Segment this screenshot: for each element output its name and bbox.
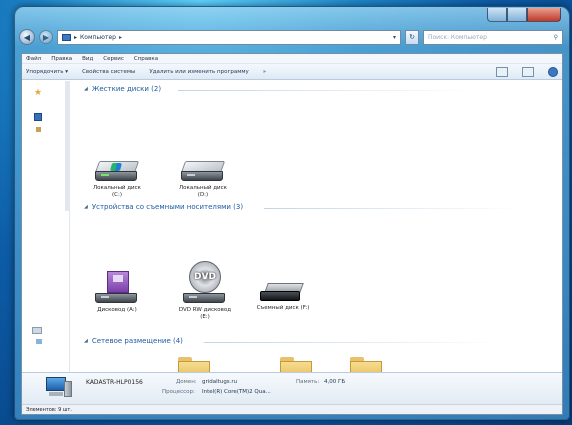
menu-bar: Файл Правка Вид Сервис Справка bbox=[22, 54, 562, 64]
system-properties-button[interactable]: Свойства системы bbox=[82, 69, 135, 75]
memory-value: 4,00 ГБ bbox=[324, 379, 346, 385]
group-header-removable[interactable]: ◢ Устройства со съемными носителями (3) bbox=[84, 203, 243, 211]
group-divider bbox=[264, 208, 524, 209]
minimize-button[interactable] bbox=[487, 8, 507, 22]
drive-c-label: Локальный диск (C:) bbox=[93, 185, 141, 198]
group-title-hdd: Жесткие диски (2) bbox=[91, 85, 162, 93]
computer-icon bbox=[62, 33, 71, 41]
menu-file[interactable]: Файл bbox=[26, 56, 41, 62]
drive-d[interactable]: Локальный диск (D:) bbox=[176, 155, 230, 199]
dvd-disc-icon: DVD bbox=[189, 261, 221, 293]
details-pane: KADASTR-HLP0156 Домен: gridaltugs.ru Пам… bbox=[22, 372, 562, 404]
navigation-bar: ◀ ▶ ▸ Компьютер ▸ ▾ ↻ Поиск: Компьютер ⚲ bbox=[19, 27, 563, 47]
drive-c[interactable]: Локальный диск (C:) bbox=[90, 155, 144, 199]
command-bar: Упорядочить ▾ Свойства системы Удалить и… bbox=[22, 64, 562, 80]
group-title-removable: Устройства со съемными носителями (3) bbox=[91, 203, 244, 211]
hard-drive-icon bbox=[180, 155, 226, 183]
uninstall-program-button[interactable]: Удалить или изменить программу bbox=[149, 69, 248, 75]
network-folder-2[interactable] bbox=[280, 357, 312, 372]
search-input[interactable]: Поиск: Компьютер ⚲ bbox=[423, 29, 563, 45]
floppy-drive-a[interactable]: Дисковод (A:) bbox=[90, 271, 144, 314]
search-icon: ⚲ bbox=[553, 33, 558, 41]
nav-scrollbar[interactable] bbox=[65, 81, 69, 211]
chevron-right-icon: ▸ bbox=[118, 33, 122, 41]
status-text: Элементов: 9 шт. bbox=[26, 407, 72, 413]
items-view: ◢ Жесткие диски (2) Локальный диск (C:) … bbox=[74, 81, 562, 372]
domain-label: Домен: bbox=[176, 379, 197, 385]
refresh-button[interactable]: ↻ bbox=[405, 29, 419, 45]
homegroup-icon[interactable] bbox=[36, 127, 41, 132]
menu-help[interactable]: Справка bbox=[134, 56, 158, 62]
menu-tools[interactable]: Сервис bbox=[103, 56, 124, 62]
maximize-button[interactable] bbox=[507, 8, 527, 22]
address-text: Компьютер bbox=[80, 33, 116, 41]
help-icon[interactable] bbox=[548, 66, 558, 77]
domain-value: gridaltugs.ru bbox=[202, 379, 238, 385]
cpu-label: Процессор: bbox=[162, 389, 195, 395]
chevron-down-icon[interactable]: ▾ bbox=[393, 34, 396, 41]
status-bar: Элементов: 9 шт. bbox=[22, 404, 562, 414]
dvd-label: DVD RW дисковод (E:) bbox=[178, 307, 232, 320]
back-button[interactable]: ◀ bbox=[19, 29, 35, 45]
cpu-value: Intel(R) Core(TM)2 Qua... bbox=[202, 389, 271, 395]
window-controls bbox=[487, 8, 561, 22]
navigation-pane: ★ bbox=[22, 81, 70, 372]
close-button[interactable] bbox=[527, 8, 561, 22]
more-commands-button[interactable]: » bbox=[263, 69, 266, 75]
collapse-triangle-icon[interactable]: ◢ bbox=[84, 204, 88, 210]
computer-details-icon bbox=[46, 377, 72, 399]
chevron-right-icon: ▸ bbox=[74, 33, 78, 41]
group-title-network: Сетевое размещение (4) bbox=[91, 337, 183, 345]
collapse-triangle-icon[interactable]: ◢ bbox=[84, 86, 88, 92]
computer-name: KADASTR-HLP0156 bbox=[86, 379, 143, 386]
floppy-drive-icon bbox=[95, 271, 139, 305]
back-arrow-icon: ◀ bbox=[23, 32, 31, 42]
collapse-triangle-icon[interactable]: ◢ bbox=[84, 338, 88, 344]
hard-drive-icon bbox=[94, 155, 140, 183]
explorer-window: ◀ ▶ ▸ Компьютер ▸ ▾ ↻ Поиск: Компьютер ⚲… bbox=[14, 6, 570, 420]
search-placeholder: Поиск: Компьютер bbox=[428, 33, 487, 41]
removable-drive-icon bbox=[260, 281, 306, 303]
memory-label: Память: bbox=[296, 379, 320, 385]
dvd-disc-text: DVD bbox=[194, 272, 216, 282]
preview-pane-icon[interactable] bbox=[522, 66, 534, 77]
favorites-star-icon[interactable]: ★ bbox=[34, 89, 42, 98]
forward-arrow-icon: ▶ bbox=[42, 32, 50, 42]
drive-d-label: Локальный диск (D:) bbox=[179, 185, 227, 198]
floppy-label: Дисковод (A:) bbox=[97, 307, 137, 313]
group-header-network[interactable]: ◢ Сетевое размещение (4) bbox=[84, 337, 183, 345]
network-nav-icon[interactable] bbox=[36, 339, 42, 344]
dvd-drive-e[interactable]: DVD DVD RW дисковод (E:) bbox=[178, 261, 232, 321]
forward-button[interactable]: ▶ bbox=[39, 30, 53, 44]
computer-nav-icon[interactable] bbox=[32, 327, 42, 334]
menu-edit[interactable]: Правка bbox=[51, 56, 72, 62]
network-folder-3[interactable] bbox=[350, 357, 382, 372]
group-divider bbox=[204, 342, 504, 343]
libraries-icon[interactable] bbox=[34, 113, 42, 121]
group-header-hdd[interactable]: ◢ Жесткие диски (2) bbox=[84, 85, 161, 93]
content-area: Файл Правка Вид Сервис Справка Упорядочи… bbox=[21, 53, 563, 415]
refresh-icon: ↻ bbox=[409, 33, 415, 41]
view-options-icon[interactable] bbox=[496, 66, 508, 77]
removable-disk-f[interactable]: Съемный диск (F:) bbox=[256, 281, 310, 312]
menu-view[interactable]: Вид bbox=[82, 56, 93, 62]
removable-label: Съемный диск (F:) bbox=[256, 305, 310, 311]
address-bar[interactable]: ▸ Компьютер ▸ ▾ bbox=[57, 29, 401, 45]
group-divider bbox=[178, 90, 478, 91]
network-folder-1[interactable] bbox=[178, 357, 210, 372]
dvd-drive-icon: DVD bbox=[183, 261, 227, 305]
organize-button[interactable]: Упорядочить ▾ bbox=[26, 69, 68, 75]
